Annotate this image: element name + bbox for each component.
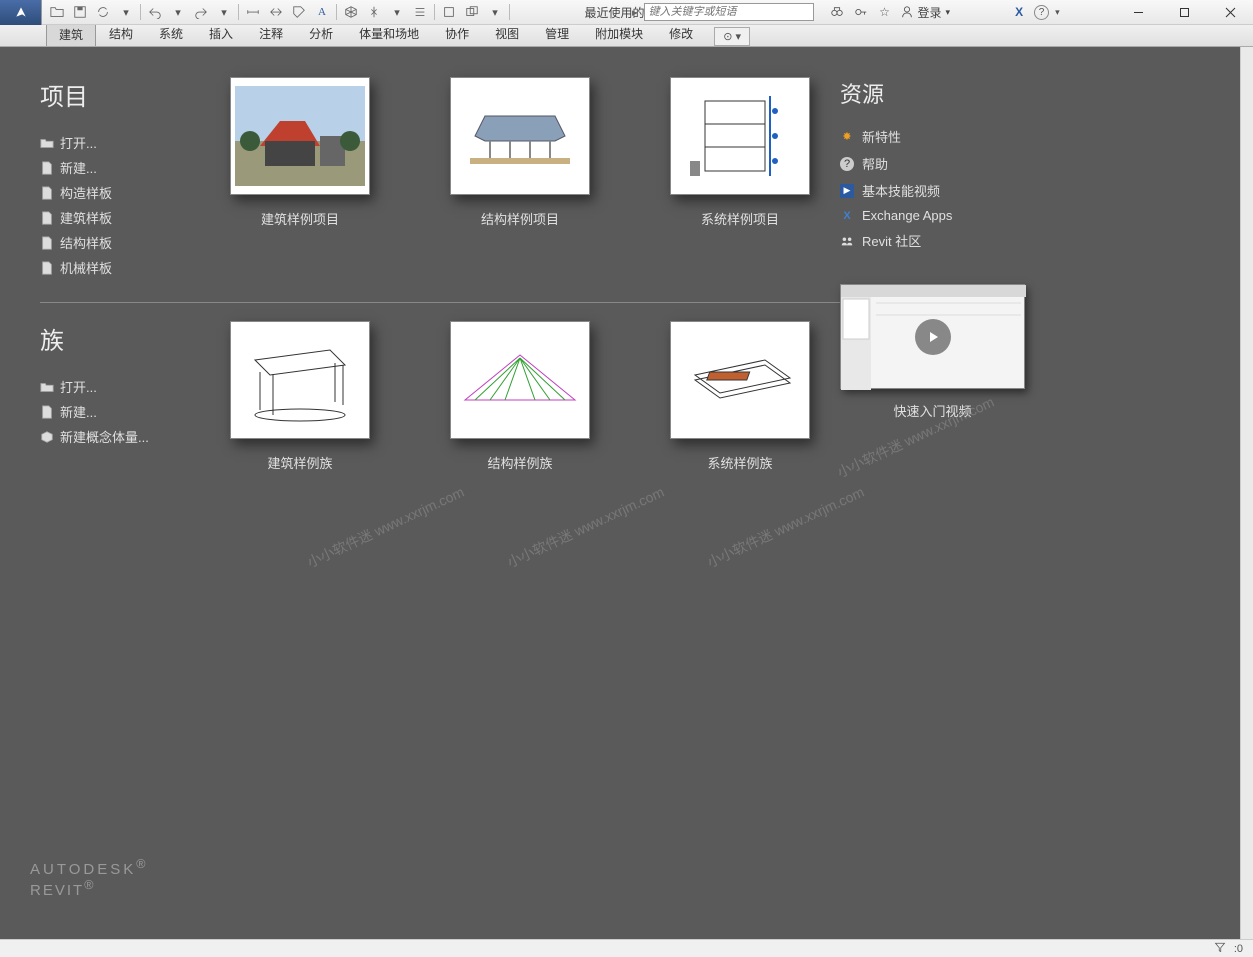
- resources-panel: 资源 ✸新特性 ?帮助 ▶基本技能视频 XExchange Apps Revit…: [840, 77, 1060, 919]
- search-arrow-icon: ▸: [632, 6, 638, 19]
- branding: AUTODESK® REVIT®: [30, 857, 148, 899]
- project-template-structural[interactable]: 结构样板: [40, 230, 220, 255]
- family-open-link[interactable]: 打开...: [40, 374, 220, 399]
- dropdown-icon[interactable]: ▾: [484, 2, 506, 22]
- quick-access-toolbar: ▾ ▾ ▾ A ▾ ▾: [42, 2, 516, 22]
- exchange-icon[interactable]: X: [1010, 3, 1028, 21]
- families-panel: 族 打开... 新建... 新建概念体量...: [40, 321, 220, 472]
- resource-help[interactable]: ?帮助: [840, 150, 1060, 177]
- project-new-link[interactable]: 新建...: [40, 155, 220, 180]
- sample-family-architecture[interactable]: 建筑样例族: [230, 321, 370, 472]
- resources-title: 资源: [840, 77, 1060, 109]
- family-new-link[interactable]: 新建...: [40, 399, 220, 424]
- help-icon[interactable]: ?: [1034, 5, 1049, 20]
- minimize-button[interactable]: [1115, 0, 1161, 25]
- text-icon[interactable]: A: [311, 2, 333, 22]
- start-page: 项目 打开... 新建... 构造样板 建筑样板 结构样板 机械样板 建筑样例项…: [0, 47, 1240, 939]
- sample-family-structure[interactable]: 结构样例族: [450, 321, 590, 472]
- play-icon: ▶: [840, 184, 854, 198]
- switch-windows-icon[interactable]: [461, 2, 483, 22]
- resource-community[interactable]: Revit 社区: [840, 227, 1060, 254]
- sample-project-systems[interactable]: 系统样例项目: [670, 77, 810, 228]
- dropdown-icon[interactable]: ▾: [213, 2, 235, 22]
- redo-icon[interactable]: [190, 2, 212, 22]
- projects-title: 项目: [40, 77, 220, 112]
- 3d-view-icon[interactable]: [340, 2, 362, 22]
- thin-lines-icon[interactable]: [409, 2, 431, 22]
- login-button[interactable]: 登录 ▾: [900, 4, 951, 21]
- binoculars-icon[interactable]: [828, 3, 846, 21]
- families-title: 族: [40, 321, 220, 356]
- resource-exchange[interactable]: XExchange Apps: [840, 204, 1060, 227]
- help-dropdown-icon[interactable]: ▾: [1055, 7, 1060, 18]
- dropdown-icon[interactable]: ▾: [115, 2, 137, 22]
- exchange-x-icon: X: [840, 209, 854, 223]
- align-icon[interactable]: [265, 2, 287, 22]
- quick-start-video-label: 快速入门视频: [840, 401, 1025, 420]
- close-button[interactable]: [1207, 0, 1253, 25]
- dropdown-icon[interactable]: ▾: [386, 2, 408, 22]
- projects-panel: 项目 打开... 新建... 构造样板 建筑样板 结构样板 机械样板: [40, 77, 220, 280]
- search-input[interactable]: [644, 3, 814, 21]
- sample-project-structure[interactable]: 结构样例项目: [450, 77, 590, 228]
- star-icon[interactable]: ☆: [876, 3, 894, 21]
- question-icon: ?: [840, 157, 854, 171]
- vertical-scrollbar[interactable]: [1240, 47, 1253, 939]
- sample-family-systems[interactable]: 系统样例族: [670, 321, 810, 472]
- project-open-link[interactable]: 打开...: [40, 130, 220, 155]
- undo-icon[interactable]: [144, 2, 166, 22]
- family-new-conceptual-mass[interactable]: 新建概念体量...: [40, 424, 220, 449]
- project-template-mechanical[interactable]: 机械样板: [40, 255, 220, 280]
- section-icon[interactable]: [363, 2, 385, 22]
- window-controls: [1115, 0, 1253, 25]
- ribbon-tabs: 建筑 结构 系统 插入 注释 分析 体量和场地 协作 视图 管理 附加模块 修改…: [0, 25, 1253, 47]
- resource-whats-new[interactable]: ✸新特性: [840, 123, 1060, 150]
- resource-videos[interactable]: ▶基本技能视频: [840, 177, 1060, 204]
- tag-icon[interactable]: [288, 2, 310, 22]
- filter-count: :0: [1234, 943, 1243, 955]
- key-icon[interactable]: [852, 3, 870, 21]
- app-menu-button[interactable]: [0, 0, 42, 25]
- sync-icon[interactable]: [92, 2, 114, 22]
- section-divider: [40, 302, 840, 303]
- project-template-architectural[interactable]: 建筑样板: [40, 205, 220, 230]
- measure-icon[interactable]: [242, 2, 264, 22]
- statusbar: :0: [0, 939, 1253, 957]
- sparkle-icon: ✸: [840, 130, 854, 144]
- quick-start-video[interactable]: [840, 284, 1025, 389]
- filter-icon[interactable]: [1214, 941, 1226, 956]
- save-icon[interactable]: [69, 2, 91, 22]
- open-icon[interactable]: [46, 2, 68, 22]
- close-views-icon[interactable]: [438, 2, 460, 22]
- titlebar: ▾ ▾ ▾ A ▾ ▾ 最近使用的文件 ▸ ☆ 登录 ▾: [0, 0, 1253, 25]
- project-template-construction[interactable]: 构造样板: [40, 180, 220, 205]
- ribbon-selector-icon[interactable]: ⊙ ▾: [714, 27, 750, 46]
- community-icon: [840, 234, 854, 248]
- tab-architecture[interactable]: 建筑: [46, 22, 96, 46]
- dropdown-icon[interactable]: ▾: [167, 2, 189, 22]
- sample-project-architecture[interactable]: 建筑样例项目: [230, 77, 370, 228]
- maximize-button[interactable]: [1161, 0, 1207, 25]
